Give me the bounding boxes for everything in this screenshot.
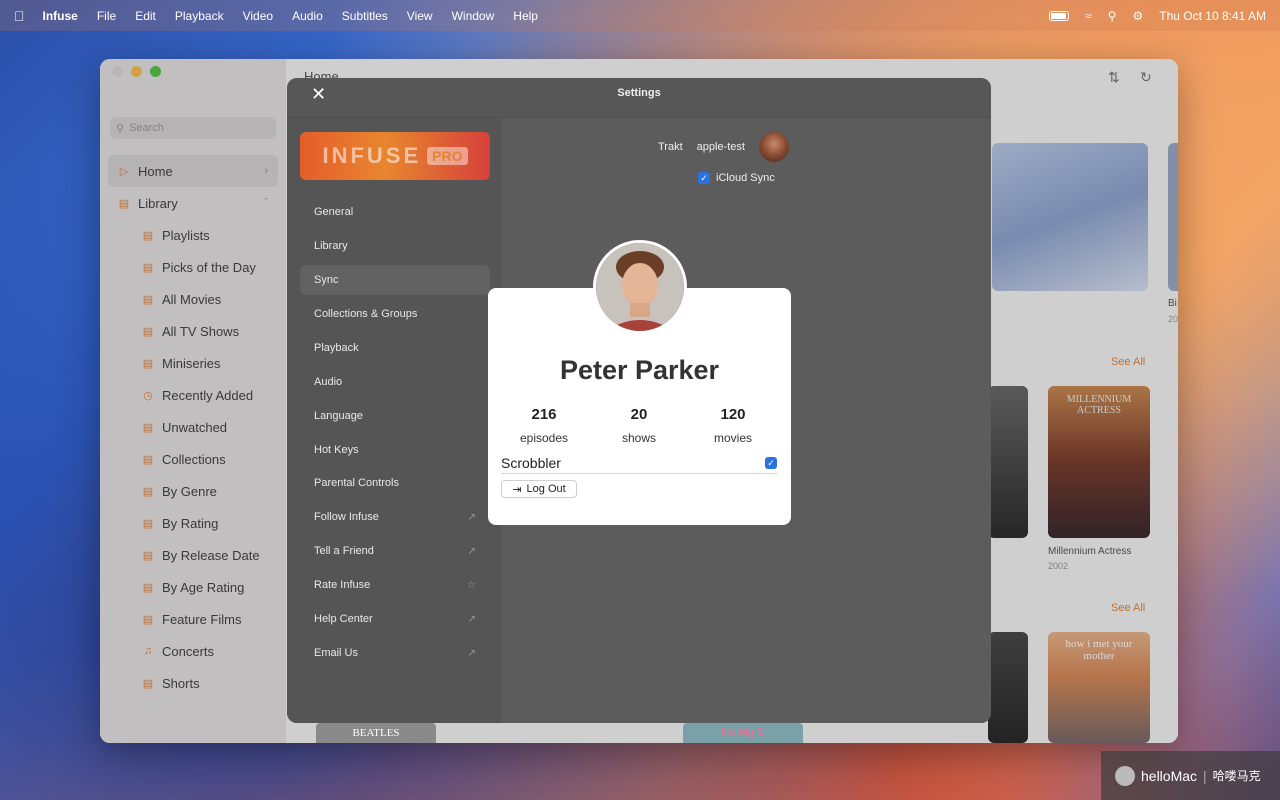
settings-item-library[interactable]: Library [300,231,490,261]
watermark-brand: helloMac [1141,767,1198,784]
log-out-icon: ⇥ [512,483,522,496]
settings-item-parental-controls[interactable]: Parental Controls [300,468,490,498]
profile-avatar-portrait [596,243,684,331]
settings-item-playback[interactable]: Playback [300,333,490,363]
settings-item-label: Library [314,240,348,252]
settings-item-label: Sync [314,274,339,286]
scrobbler-checkbox[interactable]: ✓ [765,456,777,469]
settings-item-label: General [314,206,354,218]
infuse-pro-banner[interactable]: INFUSE PRO [300,132,490,180]
settings-item-label: Language [314,410,363,422]
settings-item-sync[interactable]: Sync [300,265,490,295]
settings-item-hot-keys[interactable]: Hot Keys [300,435,490,465]
stat-label: movies [713,431,752,445]
settings-item-label: Parental Controls [314,477,399,489]
apple-menu-icon[interactable]:  [14,8,25,24]
watermark-cn: 哈喽马克 [1212,769,1261,783]
settings-item-label: Rate Infuse [314,579,371,591]
settings-title: Settings [617,87,661,99]
settings-item-label: Email Us [314,647,359,659]
icloud-sync-label: iCloud Sync [716,172,775,184]
icloud-sync-checkbox[interactable]: ✓ [698,172,710,184]
profile-name: Peter Parker [559,355,720,385]
settings-item-label: Help Center [314,613,373,625]
close-icon[interactable]: ✕ [311,85,326,103]
settings-item-audio[interactable]: Audio [300,367,490,397]
wifi-icon[interactable]: ≈ [1085,9,1092,23]
control-center-icon[interactable]: ⚙ [1133,9,1144,23]
menu-extras: ≈ ⚲ ⚙ Thu Oct 10 8:41 AM [1049,9,1266,23]
menu-view[interactable]: View [407,9,433,23]
stat-episodes: 216 episodes [496,406,592,445]
external-link-icon: ↗ [467,545,476,557]
poster-beatles[interactable]: BEATLES [316,723,436,743]
scrobbler-label: Scrobbler [501,454,561,471]
settings-item-language[interactable]: Language [300,401,490,431]
watermark: helloMac | 哈喽马克 [1101,751,1280,800]
poster-the-big-c[interactable]: the big C [683,723,803,743]
menu-audio[interactable]: Audio [292,9,323,23]
menu-bar:  Infuse File Edit Playback Video Audio … [0,0,1280,31]
stat-value: 216 [531,406,557,423]
trakt-label: Trakt [658,141,683,153]
external-link-icon: ↗ [467,511,476,523]
settings-item-email-us[interactable]: Email Us ↗ [300,638,490,668]
log-out-label: Log Out [526,483,566,495]
star-icon: ☆ [467,579,476,591]
menu-window[interactable]: Window [452,9,495,23]
settings-item-label: Follow Infuse [314,511,379,523]
poster-art-text: BEATLES [352,727,400,739]
hellomac-logo-icon [1115,765,1135,786]
trakt-account-row[interactable]: Trakt apple-test [658,132,789,162]
stat-label: shows [621,431,656,445]
stat-value: 20 [630,406,648,423]
external-link-icon: ↗ [467,613,476,625]
settings-item-general[interactable]: General [300,197,490,227]
menu-subtitles[interactable]: Subtitles [342,9,388,23]
settings-item-help-center[interactable]: Help Center ↗ [300,604,490,634]
settings-header: Settings ✕ [287,78,991,118]
menu-clock[interactable]: Thu Oct 10 8:41 AM [1159,9,1266,23]
poster-art-text: the big C [720,726,766,738]
external-link-icon: ↗ [467,647,476,659]
settings-item-rate-infuse[interactable]: Rate Infuse ☆ [300,570,490,600]
log-out-button[interactable]: ⇥ Log Out [501,480,577,498]
stat-value: 120 [720,406,746,423]
settings-item-tell-a-friend[interactable]: Tell a Friend ↗ [300,536,490,566]
spotlight-search-icon[interactable]: ⚲ [1108,9,1117,23]
avatar[interactable] [758,132,789,162]
settings-item-label: Tell a Friend [314,545,374,557]
stat-label: episodes [519,431,569,445]
menu-edit[interactable]: Edit [135,9,156,23]
settings-item-label: Hot Keys [314,444,359,456]
profile-avatar [593,240,687,334]
banner-pro-badge: PRO [427,147,468,165]
stat-movies: 120 movies [685,406,781,445]
settings-item-follow-infuse[interactable]: Follow Infuse ↗ [300,502,490,532]
watermark-separator: | [1203,767,1207,784]
menu-help[interactable]: Help [513,9,538,23]
trakt-username: apple-test [696,141,745,153]
settings-item-label: Audio [314,376,343,388]
scrobbler-row: Scrobbler ✓ [501,452,777,474]
banner-logo-text: INFUSE [322,143,422,168]
stat-shows: 20 shows [591,406,687,445]
settings-item-label: Playback [314,342,359,354]
menu-playback[interactable]: Playback [175,9,224,23]
settings-sidebar: INFUSE PRO General Library Sync Collecti… [287,118,502,723]
icloud-sync-row: ✓ iCloud Sync [698,172,775,184]
battery-icon[interactable] [1049,10,1070,21]
settings-item-collections-groups[interactable]: Collections & Groups [300,299,490,329]
menu-app-name[interactable]: Infuse [43,9,78,23]
menu-file[interactable]: File [97,9,116,23]
menu-video[interactable]: Video [243,9,273,23]
settings-item-label: Collections & Groups [314,308,418,320]
